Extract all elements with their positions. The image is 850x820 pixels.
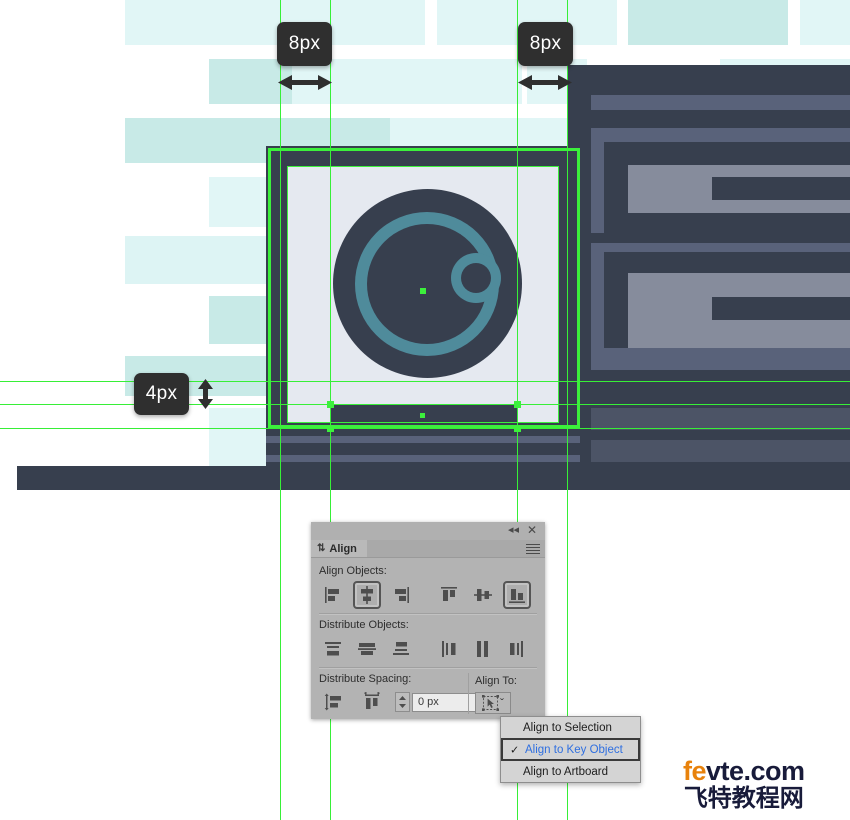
anchor-point[interactable] bbox=[514, 425, 521, 432]
distribute-objects-label: Distribute Objects: bbox=[319, 619, 409, 631]
check-icon: ✓ bbox=[510, 744, 520, 756]
distribute-horizontal-right-button[interactable] bbox=[503, 635, 531, 663]
align-objects-buttons bbox=[319, 580, 537, 610]
collapse-icon[interactable]: ◂◂ bbox=[508, 525, 519, 536]
menu-item-align-to-key-object[interactable]: ✓ Align to Key Object bbox=[501, 738, 640, 761]
right-panel-row bbox=[591, 348, 850, 370]
anchor-point[interactable] bbox=[514, 401, 521, 408]
bg-bar bbox=[800, 0, 850, 45]
measurement-label-right: 8px bbox=[518, 22, 573, 66]
center-anchor-point[interactable] bbox=[420, 413, 425, 418]
align-to-dropdown-menu[interactable]: Align to Selection ✓ Align to Key Object… bbox=[500, 716, 641, 783]
align-top-button[interactable] bbox=[435, 581, 463, 609]
distribute-horizontal-center-button[interactable] bbox=[469, 635, 497, 663]
align-right-button[interactable] bbox=[387, 581, 415, 609]
distribute-objects-buttons bbox=[319, 634, 537, 664]
measure-arrow-horizontal bbox=[278, 71, 332, 93]
panel-menu-icon[interactable] bbox=[526, 544, 540, 556]
panel-titlebar: ◂◂ ✕ bbox=[311, 522, 545, 540]
distribute-vertical-space-button[interactable] bbox=[319, 688, 349, 716]
right-panel-row bbox=[712, 297, 850, 320]
anchor-point[interactable] bbox=[327, 401, 334, 408]
tab-grip-icon: ⇅ bbox=[317, 543, 326, 554]
right-panel-row bbox=[712, 177, 850, 200]
canvas-stage: 8px 8px 4px ◂◂ ✕ ⇅ Align Align Objects: … bbox=[0, 0, 850, 820]
close-icon[interactable]: ✕ bbox=[527, 524, 537, 536]
guide-horizontal bbox=[0, 428, 850, 429]
align-horizontal-center-button[interactable] bbox=[352, 581, 381, 609]
center-anchor-point bbox=[420, 288, 426, 294]
distribute-vertical-center-button[interactable] bbox=[353, 635, 381, 663]
bg-bar bbox=[628, 0, 788, 45]
spacing-stepper[interactable] bbox=[395, 692, 410, 712]
watermark-brand-prefix: fe bbox=[683, 756, 707, 786]
bg-bar bbox=[125, 0, 425, 45]
right-panel-row bbox=[591, 408, 850, 430]
distribute-vertical-top-button[interactable] bbox=[319, 635, 347, 663]
chevron-down-icon[interactable]: ˇ bbox=[500, 697, 504, 709]
measurement-text: 8px bbox=[288, 33, 321, 54]
measurement-text: 4px bbox=[145, 383, 178, 404]
align-bottom-button[interactable] bbox=[503, 581, 532, 609]
key-object-icon bbox=[482, 695, 499, 711]
align-to-label: Align To: bbox=[475, 675, 517, 687]
watermark-brand: fevte.com bbox=[683, 757, 805, 785]
menu-item-align-to-selection[interactable]: Align to Selection bbox=[501, 717, 640, 738]
frame-band bbox=[266, 455, 580, 462]
watermark: fevte.com 飞特教程网 bbox=[683, 757, 805, 811]
watermark-brand-suffix: vte.com bbox=[706, 756, 805, 786]
measure-arrow-vertical bbox=[195, 379, 217, 409]
distribute-horizontal-left-button[interactable] bbox=[435, 635, 463, 663]
measurement-text: 8px bbox=[529, 33, 562, 54]
menu-item-label: Align to Key Object bbox=[525, 743, 623, 756]
panel-body: Align Objects: Distribute Objects: Distr… bbox=[311, 558, 545, 716]
menu-item-label: Align to Artboard bbox=[523, 765, 609, 778]
menu-item-label: Align to Selection bbox=[523, 721, 612, 734]
frame-band bbox=[266, 436, 580, 443]
spacing-value: 0 px bbox=[418, 696, 439, 708]
align-panel[interactable]: ◂◂ ✕ ⇅ Align Align Objects: Distribute O… bbox=[311, 522, 545, 719]
distribute-spacing-label: Distribute Spacing: bbox=[319, 673, 412, 685]
right-panel-row bbox=[591, 440, 850, 462]
anchor-point[interactable] bbox=[327, 425, 334, 432]
measurement-label-bottom: 4px bbox=[134, 373, 189, 415]
tab-align-label: Align bbox=[329, 542, 357, 555]
section-divider bbox=[319, 613, 537, 615]
section-divider bbox=[319, 667, 537, 669]
distribute-vertical-bottom-button[interactable] bbox=[387, 635, 415, 663]
right-panel-row bbox=[591, 95, 850, 110]
tab-align[interactable]: ⇅ Align bbox=[311, 540, 367, 557]
align-left-button[interactable] bbox=[319, 581, 347, 609]
align-vertical-center-button[interactable] bbox=[469, 581, 497, 609]
align-to-section: Align To: ˇ bbox=[468, 673, 537, 714]
distribute-horizontal-space-button[interactable] bbox=[357, 688, 387, 716]
menu-item-align-to-artboard[interactable]: Align to Artboard bbox=[501, 761, 640, 782]
watermark-subtitle: 飞特教程网 bbox=[683, 784, 804, 812]
panel-tabrow: ⇅ Align bbox=[311, 540, 545, 558]
align-objects-label: Align Objects: bbox=[319, 565, 387, 577]
align-to-dropdown-button[interactable]: ˇ bbox=[475, 692, 511, 714]
measure-arrow-horizontal bbox=[518, 71, 572, 93]
selection-inner-box bbox=[287, 166, 559, 423]
measurement-label-left: 8px bbox=[277, 22, 332, 66]
